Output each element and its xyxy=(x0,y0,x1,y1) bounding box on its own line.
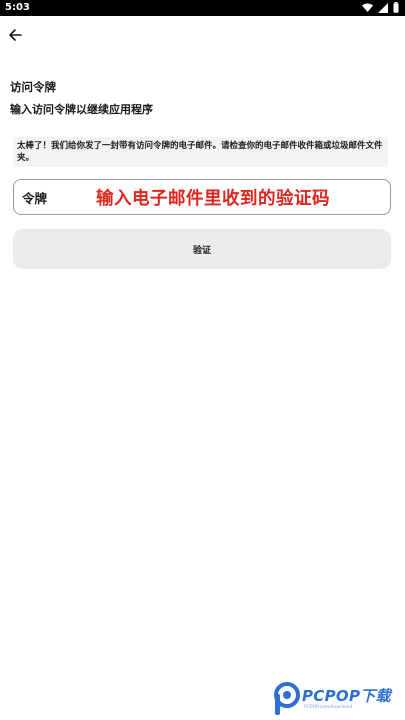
token-field[interactable]: 令牌 xyxy=(13,179,391,215)
back-button[interactable] xyxy=(4,24,26,46)
watermark-text: PCPOP下载 xyxy=(302,687,391,705)
status-bar: 5:03 xyxy=(0,0,405,16)
verify-button[interactable]: 验证 xyxy=(13,229,391,269)
wifi-icon xyxy=(362,3,373,12)
watermark-logo: PCPOP下载 PCPOP.com/download xyxy=(272,682,397,716)
pcpop-logo-icon xyxy=(274,682,300,715)
token-label: 令牌 xyxy=(22,191,48,206)
email-sent-notice: 太棒了！我们给你发了一封带有访问令牌的电子邮件。请检查你的电子邮件收件箱或垃圾邮… xyxy=(13,137,388,167)
signal-icon xyxy=(378,2,388,13)
arrow-left-icon xyxy=(9,29,22,41)
page-title: 访问令牌 xyxy=(10,80,56,94)
page-subtitle: 输入访问令牌以继续应用程序 xyxy=(10,103,153,116)
status-icons xyxy=(362,2,399,13)
token-input[interactable] xyxy=(62,183,382,211)
status-time: 5:03 xyxy=(5,2,30,13)
battery-icon xyxy=(393,2,399,13)
watermark-small-text: PCPOP.com/download xyxy=(304,705,353,710)
